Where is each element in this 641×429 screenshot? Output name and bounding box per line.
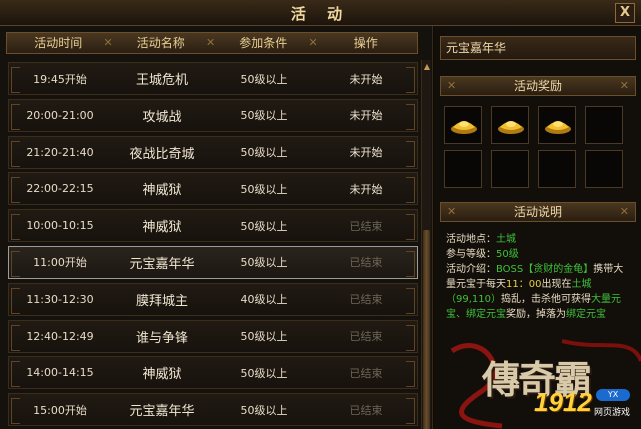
selected-activity-name: 元宝嘉年华	[440, 36, 636, 60]
activity-row[interactable]: 12:40-12:49 谁与争锋 50级以上 已结束	[8, 319, 418, 353]
activity-status[interactable]: 已结束	[315, 291, 417, 307]
activity-condition: 50级以上	[240, 330, 288, 344]
activity-row[interactable]: 11:30-12:30 膜拜城主 40级以上 已结束	[8, 282, 418, 316]
activity-time: 14:00-14:15	[26, 366, 94, 380]
activity-status[interactable]: 已结束	[315, 402, 417, 418]
activity-name: 膜拜城主	[135, 293, 188, 309]
activity-condition: 50级以上	[240, 182, 288, 196]
scroll-up-icon[interactable]: ▲	[422, 62, 432, 71]
window-titlebar: 活 动 X	[0, 0, 641, 26]
scrollbar-thumb[interactable]	[423, 230, 430, 429]
activity-name: 王城危机	[135, 73, 188, 88]
activity-status[interactable]: 已结束	[315, 218, 417, 234]
header-action: 操作	[309, 33, 418, 53]
header-name: 活动名称	[104, 33, 213, 53]
activity-status[interactable]: 已结束	[315, 328, 417, 344]
gold-ingot-icon	[451, 121, 477, 134]
activity-row[interactable]: 20:00-21:00 攻城战 50级以上 未开始	[8, 98, 418, 132]
activity-name: 攻城战	[142, 109, 182, 125]
activity-condition: 40级以上	[240, 293, 288, 307]
gold-ingot-icon	[498, 121, 524, 134]
table-header: 活动时间 活动名称 参加条件 操作	[6, 32, 418, 54]
activity-time: 12:40-12:49	[26, 329, 94, 343]
logo-subtitle: 网页游戏	[594, 408, 631, 418]
reward-slot[interactable]	[538, 150, 576, 188]
activity-condition: 50级以上	[240, 403, 288, 417]
reward-slot[interactable]	[491, 150, 529, 188]
window-title: 活 动	[290, 5, 351, 23]
gold-ingot-icon	[545, 121, 571, 134]
activity-condition: 50级以上	[240, 146, 288, 160]
activity-time: 19:45开始	[33, 72, 87, 86]
activity-time: 11:30-12:30	[26, 292, 94, 306]
activity-status[interactable]: 未开始	[315, 144, 417, 160]
intro-text: 活动介绍：BOSS【贪财的金龟】携带大量元宝于每天11：00出现在土城（99,1…	[446, 264, 624, 320]
activity-name: 元宝嘉年华	[129, 404, 195, 420]
activity-time: 21:20-21:40	[26, 145, 94, 159]
logo-number: 1912	[534, 387, 592, 417]
reward-slot[interactable]	[538, 106, 576, 144]
activity-name: 元宝嘉年华	[129, 256, 195, 272]
scrollbar[interactable]: ▲	[421, 60, 431, 429]
reward-slot[interactable]	[585, 106, 623, 144]
activity-condition: 50级以上	[240, 256, 288, 270]
activity-name: 神威狱	[142, 183, 182, 199]
activity-status[interactable]: 已结束	[315, 365, 417, 381]
reward-slot[interactable]	[585, 150, 623, 188]
level-line: 参与等级：50级	[446, 249, 519, 260]
reward-slot[interactable]	[491, 106, 529, 144]
activity-description: 活动地点：土城 参与等级：50级 活动介绍：BOSS【贪财的金龟】携带大量元宝于…	[446, 232, 632, 322]
game-logo: 傳奇霸 1912 YX 网页游戏	[442, 331, 641, 429]
activity-time: 22:00-22:15	[26, 182, 94, 196]
activity-status[interactable]: 已结束	[315, 254, 417, 270]
activity-row[interactable]: 21:20-21:40 夜战比奇城 50级以上 未开始	[8, 135, 418, 169]
activity-name: 谁与争锋	[135, 330, 188, 346]
reward-slot[interactable]	[444, 106, 482, 144]
activity-row[interactable]: 22:00-22:15 神威狱 50级以上 未开始	[8, 172, 418, 206]
close-button[interactable]: X	[615, 3, 635, 23]
activity-name: 神威狱	[142, 367, 182, 383]
location-line: 活动地点：土城	[446, 234, 516, 245]
activity-name: 夜战比奇城	[129, 146, 195, 162]
activity-name: 神威狱	[142, 220, 182, 236]
activity-condition: 50级以上	[240, 109, 288, 123]
activity-condition: 50级以上	[240, 72, 288, 86]
activity-status[interactable]: 未开始	[315, 181, 417, 197]
activity-condition: 50级以上	[240, 219, 288, 233]
activity-status[interactable]: 未开始	[315, 71, 417, 87]
activity-status[interactable]: 未开始	[315, 107, 417, 123]
reward-section-title: 活动奖励	[440, 76, 636, 96]
activity-detail-panel: 元宝嘉年华 活动奖励 活动说明 活动地点：土城 参与等级：50级 活动介绍：BO…	[434, 26, 641, 429]
activity-list-panel: 活动时间 活动名称 参加条件 操作 19:45开始王城危机50级以上未开始20:…	[0, 26, 433, 429]
header-condition: 参加条件	[206, 33, 315, 53]
header-time: 活动时间	[34, 36, 83, 50]
description-section-title: 活动说明	[440, 202, 636, 222]
activity-time: 11:00开始	[33, 256, 87, 270]
activity-row[interactable]: 15:00开始 元宝嘉年华 50级以上 已结束	[8, 393, 418, 427]
activity-time: 15:00开始	[33, 403, 87, 417]
activity-time: 20:00-21:00	[26, 108, 94, 122]
activity-row[interactable]: 19:45开始 王城危机 50级以上 未开始	[8, 62, 418, 95]
activity-row[interactable]: 11:00开始 元宝嘉年华 50级以上 已结束	[8, 245, 418, 279]
logo-badge: YX	[596, 389, 630, 401]
activity-rows: 19:45开始 王城危机 50级以上 未开始 20:00-21:00 攻城战 50级以上 未开…	[8, 62, 418, 429]
activity-row[interactable]: 14:00-14:15 神威狱 50级以上 已结束	[8, 356, 418, 390]
activity-condition: 50级以上	[240, 366, 288, 380]
activity-time: 10:00-10:15	[26, 219, 94, 233]
activity-row[interactable]: 10:00-10:15 神威狱 50级以上 已结束	[8, 209, 418, 243]
reward-slot[interactable]	[444, 150, 482, 188]
